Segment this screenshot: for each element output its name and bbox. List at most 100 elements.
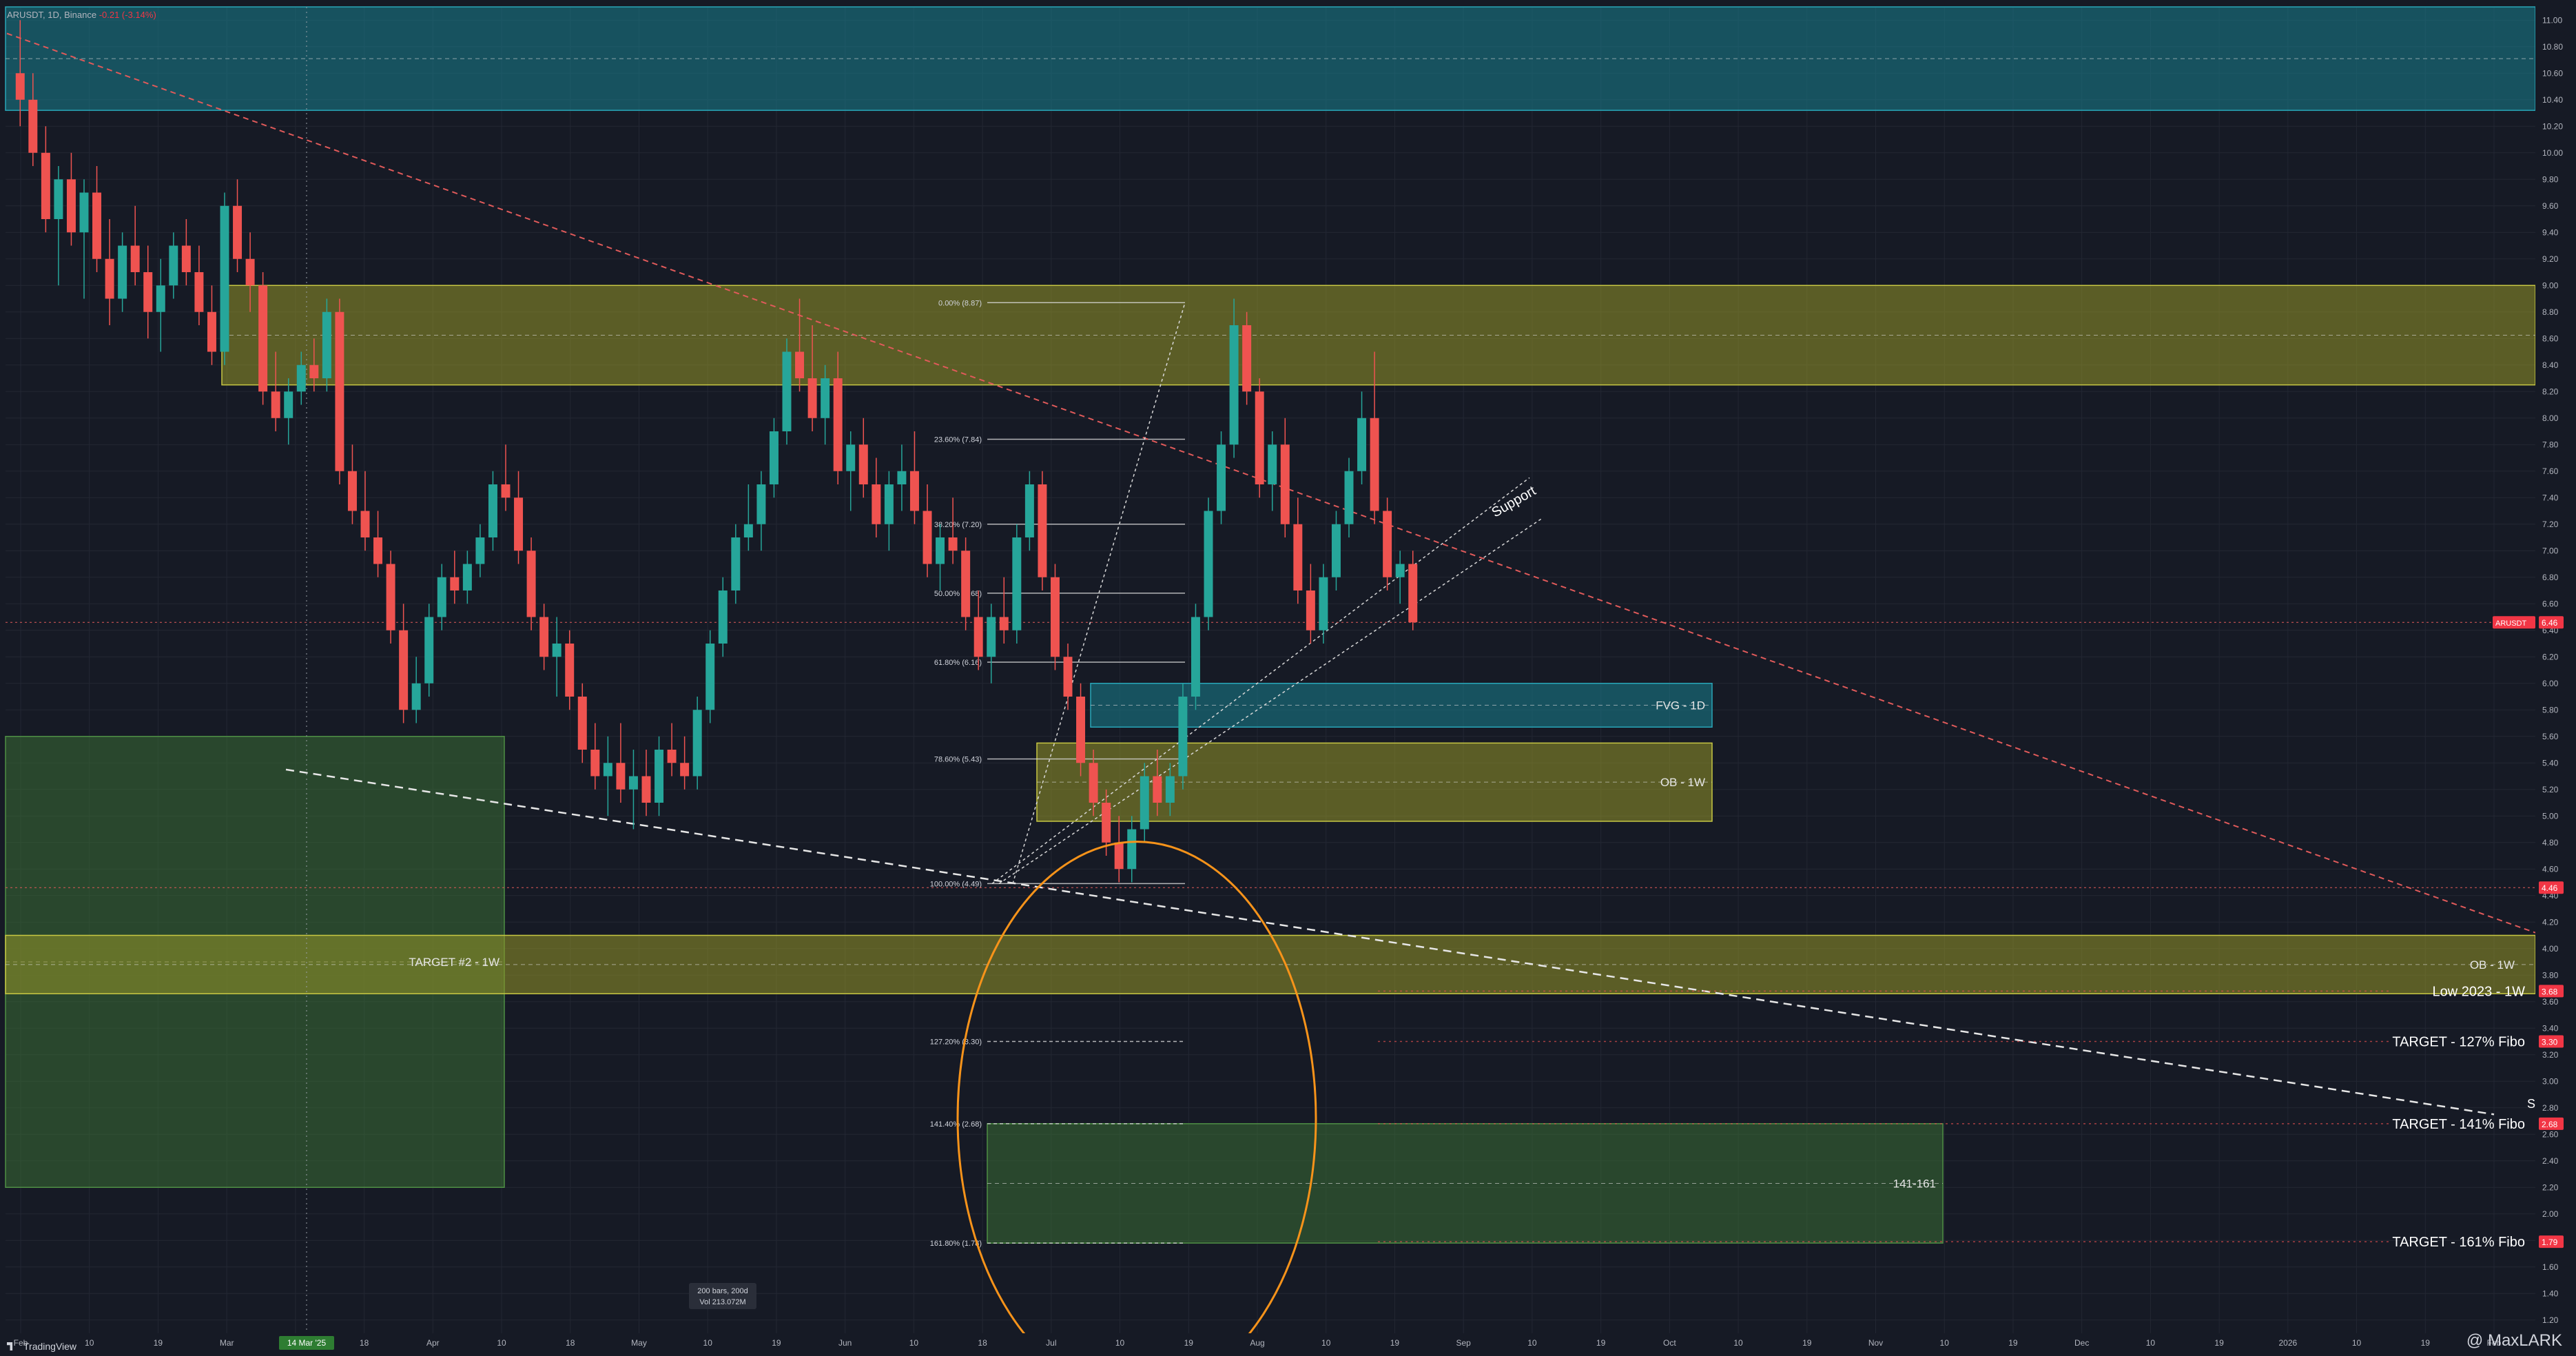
candle-body [1038,484,1047,577]
candle-body [655,750,664,803]
time-tick: Jul [1046,1338,1056,1348]
price-tick: 3.80 [2542,970,2559,980]
zone-label: 141-161 [1893,1177,1936,1190]
fib-label: 61.80% (6.16) [934,659,982,667]
price-tick: 8.00 [2542,413,2559,423]
candle-body [220,205,229,352]
candle-body [143,272,153,312]
price-tick: 6.60 [2542,599,2559,608]
candle-body [399,630,409,710]
candle-body [909,471,919,511]
candle-body [628,776,638,790]
candle-body [66,179,76,233]
tradingview-logo-icon [7,1342,13,1350]
candle-body [284,391,293,418]
candle-body [1191,617,1200,697]
brand-label: TradingView [23,1341,77,1352]
candle-body [92,192,102,259]
candle-body [897,471,907,484]
target-label: TARGET - 127% Fibo [2392,1035,2525,1050]
time-axis-bg [0,1333,2576,1356]
candle-body [936,537,945,564]
candle-body [271,391,280,418]
candle-body [1127,829,1137,870]
candle-body [821,378,830,418]
price-tick: 9.80 [2542,174,2559,184]
price-tick: 4.60 [2542,864,2559,874]
candle-body [590,750,600,777]
price-tick: 5.40 [2542,758,2559,768]
price-badge: 1.79 [2542,1237,2558,1247]
candle-body [79,192,89,233]
candle-body [309,364,319,378]
candle-body [41,152,50,219]
candle-body [1408,564,1418,623]
price-badge: 3.30 [2542,1038,2558,1047]
candle-body [973,617,983,657]
zone-label: OB - 1W [1660,776,1705,789]
time-tick: Oct [1663,1338,1676,1348]
candle-body [948,537,958,551]
candle-body [961,551,971,617]
time-tick: 10 [85,1338,94,1348]
candle-body [603,763,612,777]
price-tick: 6.80 [2542,573,2559,582]
candle-body [705,644,715,710]
candle-body [15,73,25,100]
candle-body [322,311,331,378]
candle-body [565,644,575,697]
tradingview-brand[interactable]: TradingView [7,1341,76,1352]
target-label: Low 2023 - 1W [2432,984,2525,999]
price-tick: 7.00 [2542,546,2559,555]
fib-label: 141.40% (2.68) [930,1120,982,1129]
price-tick: 9.40 [2542,227,2559,237]
candle-body [1293,524,1303,590]
candle-body [1102,803,1111,843]
crosshair-date: 14 Mar '25 [287,1338,327,1348]
time-tick: 10 [1321,1338,1331,1348]
time-tick: 19 [154,1338,163,1348]
target-label: TARGET - 161% Fibo [2392,1235,2525,1250]
time-tick: 19 [2214,1338,2224,1348]
time-tick: 19 [1596,1338,1606,1348]
candle-body [1255,391,1264,484]
candle-body [552,644,561,657]
last-price-symbol: ARUSDT [2495,619,2527,628]
price-tick: 2.20 [2542,1182,2559,1192]
price-tick: 10.60 [2542,68,2563,78]
candle-body [526,551,536,617]
candle-body [756,484,766,524]
candle-body [1217,444,1226,511]
fib-label: 38.20% (7.20) [934,521,982,529]
candle-body [1268,444,1277,484]
price-tick: 5.60 [2542,732,2559,741]
price-tick: 7.60 [2542,466,2559,476]
author-label: @ MaxLARK [2466,1331,2562,1350]
candle-body [616,763,626,790]
fib-label: 161.80% (1.78) [930,1240,982,1248]
price-tick: 8.80 [2542,307,2559,317]
price-tick: 3.20 [2542,1050,2559,1060]
price-tick: 3.40 [2542,1023,2559,1033]
time-tick: 18 [978,1338,987,1348]
candle-body [807,378,817,418]
price-tick: 7.80 [2542,440,2559,449]
candle-body [424,617,434,684]
candle-body [156,285,165,312]
time-axis[interactable]: Feb1019Mar1018Apr1018May1019Jun1018Jul10… [0,1333,2576,1356]
price-tick: 3.00 [2542,1076,2559,1086]
candle-body [692,710,702,777]
candle-body [846,444,856,471]
candle-body [411,683,421,710]
zone-label: OB - 1W [2470,958,2515,972]
price-chart[interactable]: 0.00% (8.87) 23.60% (7.84) 38.20% (7.20) 50… [0,0,2576,1356]
price-tick: 5.20 [2542,785,2559,794]
candle-body [437,577,446,617]
time-tick: Apr [426,1338,440,1348]
price-tick: 10.40 [2542,95,2563,105]
candle-body [1357,418,1367,471]
price-tick: 6.20 [2542,652,2559,661]
candle-body [233,205,243,259]
candle-body [1114,842,1124,870]
price-tick: 11.00 [2542,15,2562,25]
